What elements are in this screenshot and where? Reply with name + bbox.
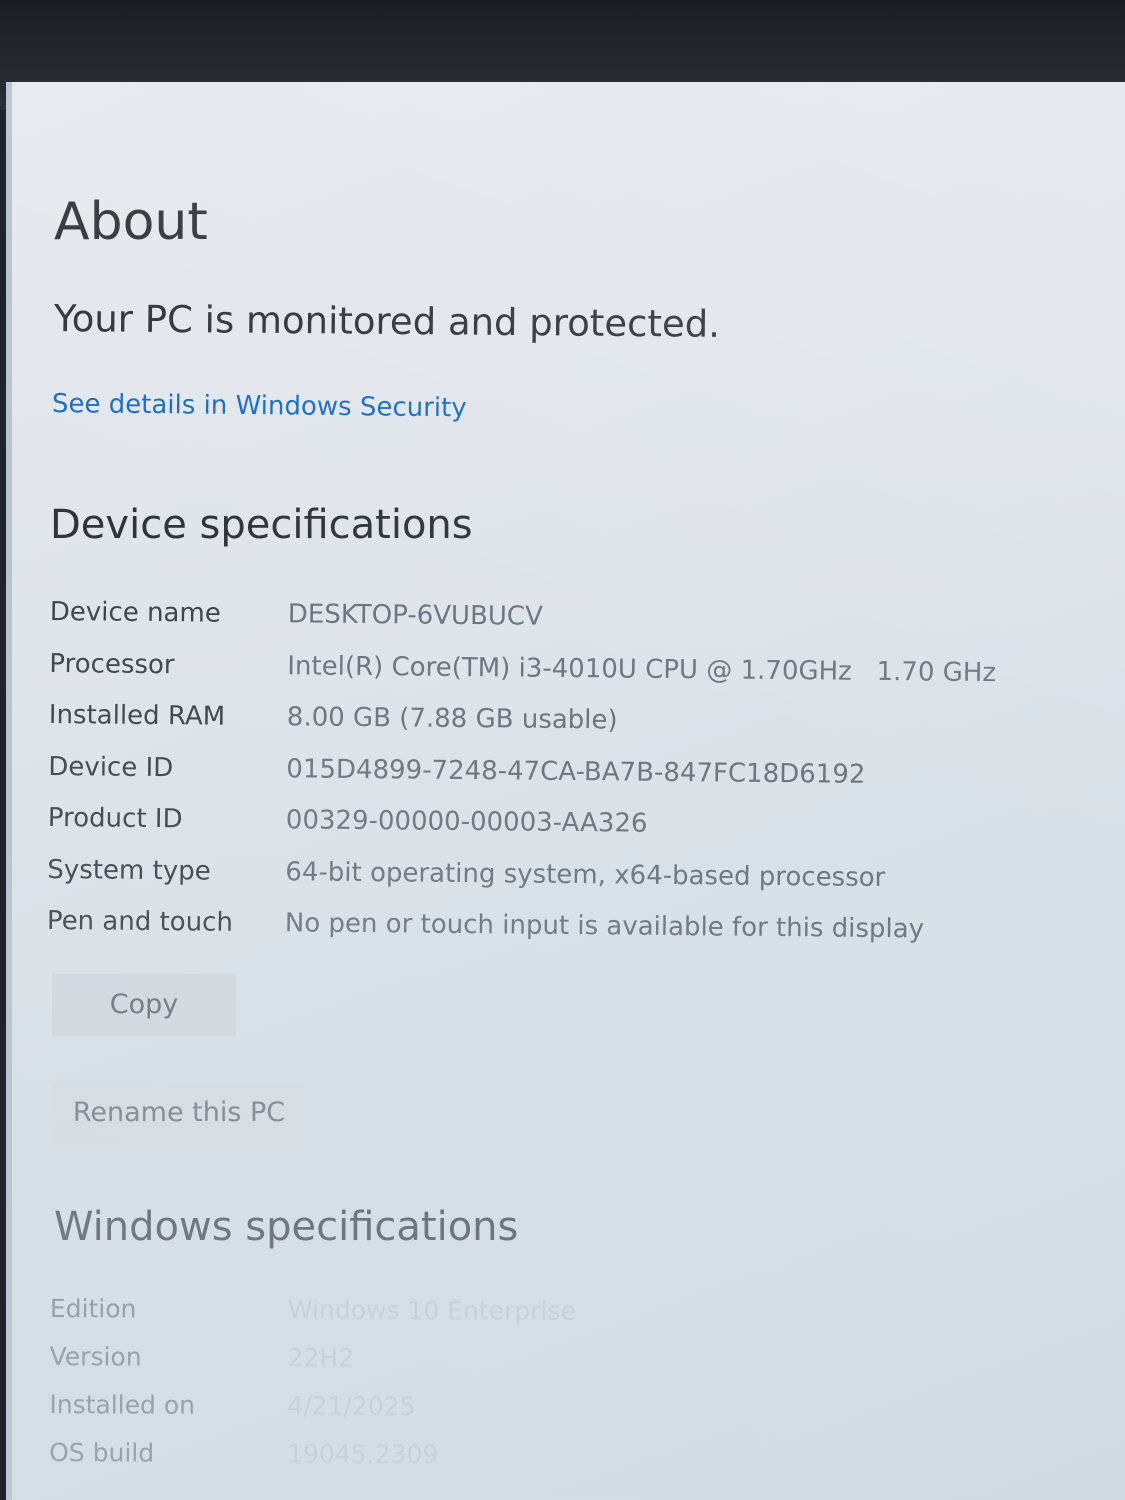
about-page: About Your PC is monitored and protected… xyxy=(47,82,1110,1500)
spec-value: 015D4899-7248-47CA-BA7B-847FC18D6192 xyxy=(286,753,866,790)
spec-row-edition: Edition Windows 10 Enterprise xyxy=(50,1294,1090,1347)
windows-security-link[interactable]: See details in Windows Security xyxy=(52,389,467,423)
spec-label: Installed on xyxy=(49,1389,196,1420)
spec-label: Version xyxy=(49,1341,142,1372)
spec-row-version: Version 22H2 xyxy=(49,1342,1089,1395)
spec-row-installed-on: Installed on 4/21/2025 xyxy=(49,1390,1089,1443)
spec-value: 22H2 xyxy=(287,1343,355,1373)
spec-label: Product ID xyxy=(47,802,183,835)
settings-window: About Your PC is monitored and protected… xyxy=(6,82,1125,1500)
spec-value: 4/21/2025 xyxy=(287,1391,416,1421)
spec-label: OS build xyxy=(49,1437,155,1468)
window-left-edge xyxy=(6,82,12,1500)
spec-value: Intel(R) Core(TM) i3-4010U CPU @ 1.70GHz… xyxy=(287,650,997,688)
device-specifications-heading: Device specifications xyxy=(50,502,473,548)
spec-value: No pen or touch input is available for t… xyxy=(284,908,925,945)
copy-button[interactable]: Copy xyxy=(52,974,236,1036)
spec-label: Edition xyxy=(49,1294,137,1324)
rename-pc-button[interactable]: Rename this PC xyxy=(54,1082,304,1144)
spec-row-pen-and-touch: Pen and touch No pen or touch input is a… xyxy=(47,906,1087,967)
spec-label: Device ID xyxy=(48,751,174,783)
spec-value: 8.00 GB (7.88 GB usable) xyxy=(286,702,618,736)
spec-label: Installed RAM xyxy=(48,699,226,732)
spec-row-os-build: OS build 19045.2309 xyxy=(49,1438,1089,1491)
spec-label: Processor xyxy=(49,648,175,680)
spec-value: 64-bit operating system, x64-based proce… xyxy=(285,856,886,893)
spec-value: 00329-00000-00003-AA326 xyxy=(285,805,648,839)
spec-label: Device name xyxy=(49,597,221,629)
spec-value: 19045.2309 xyxy=(287,1439,439,1470)
security-status-text: Your PC is monitored and protected. xyxy=(53,297,721,346)
windows-specifications-table: Edition Windows 10 Enterprise Version 22… xyxy=(49,1294,1090,1491)
spec-label: System type xyxy=(47,854,211,887)
windows-specifications-heading: Windows specifications xyxy=(54,1204,519,1250)
spec-value: Windows 10 Enterprise xyxy=(287,1295,576,1326)
spec-value: DESKTOP-6VUBUCV xyxy=(287,599,543,632)
spec-label: Pen and touch xyxy=(46,905,234,938)
page-title: About xyxy=(54,192,208,252)
device-specifications-table: Device name DESKTOP-6VUBUCV Processor In… xyxy=(47,597,1090,967)
